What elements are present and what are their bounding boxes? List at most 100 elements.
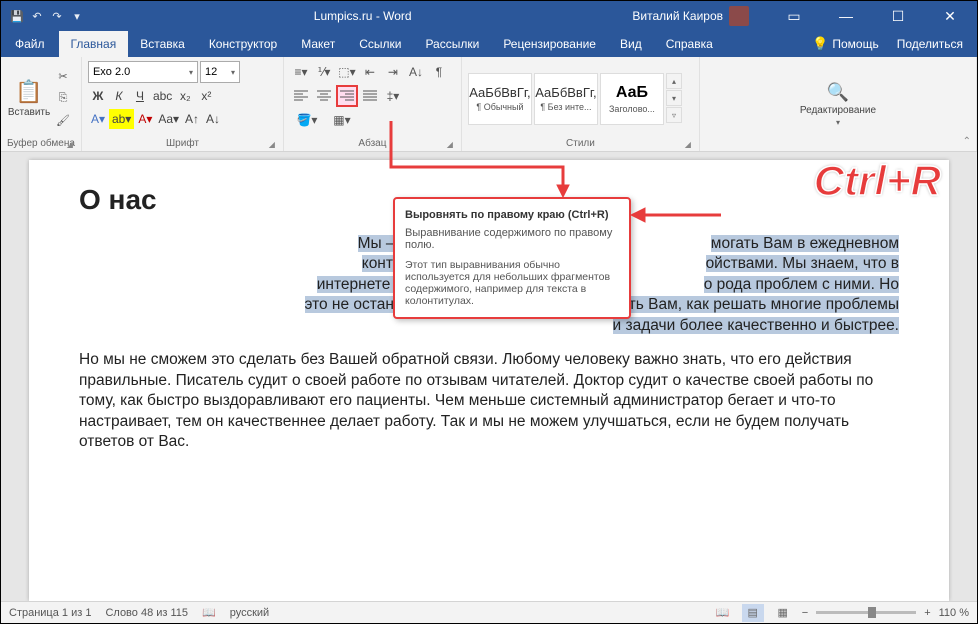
shading-button[interactable]: 🪣▾ — [290, 109, 324, 131]
ribbon-options-button[interactable]: ▭ — [771, 1, 817, 31]
page-indicator[interactable]: Страница 1 из 1 — [9, 607, 91, 619]
subscript-button[interactable]: x₂ — [175, 86, 195, 106]
clipboard-icon: 📋 — [15, 79, 42, 105]
align-right-tooltip: Выровнять по правому краю (Ctrl+R) Вырав… — [393, 197, 631, 319]
zoom-level[interactable]: 110 % — [939, 607, 969, 619]
highlight-button[interactable]: ab▾ — [109, 109, 134, 129]
strike-button[interactable]: abc — [151, 86, 174, 106]
tab-review[interactable]: Рецензирование — [491, 31, 608, 57]
zoom-out-button[interactable]: − — [802, 607, 808, 619]
align-justify-button[interactable] — [359, 85, 381, 107]
font-color-button[interactable]: A▾ — [135, 109, 155, 129]
line-spacing-button[interactable]: ‡▾ — [382, 85, 404, 107]
share-label: Поделиться — [897, 37, 963, 51]
word-count[interactable]: Слово 48 из 115 — [105, 607, 188, 619]
qat-customize-icon[interactable]: ▾ — [69, 8, 85, 24]
underline-button[interactable]: Ч — [130, 86, 150, 106]
tab-layout[interactable]: Макет — [289, 31, 347, 57]
group-font-label: Шрифт◢ — [88, 136, 277, 151]
keyboard-shortcut-annotation: Ctrl+R — [814, 157, 941, 205]
statusbar: Страница 1 из 1 Слово 48 из 115 📖 русски… — [1, 601, 977, 623]
tab-view[interactable]: Вид — [608, 31, 654, 57]
username[interactable]: Виталий Каиров — [632, 9, 723, 23]
group-clipboard-label: Буфер обмена◢ — [7, 136, 75, 151]
tab-insert[interactable]: Вставка — [128, 31, 197, 57]
editing-button[interactable]: 🔍 Редактирование ▾ — [816, 61, 860, 147]
shrink-font-button[interactable]: A↓ — [203, 109, 223, 129]
group-font: Exo 2.0▾ 12▾ Ж К Ч abc x₂ x² A▾ ab▾ A▾ A… — [82, 57, 284, 151]
print-layout-button[interactable]: ▤ — [742, 604, 764, 622]
numbering-button[interactable]: ⅟▾ — [313, 61, 335, 83]
arrow-down-icon — [383, 119, 613, 199]
tab-file[interactable]: Файл — [1, 31, 59, 57]
language-indicator[interactable]: русский — [230, 607, 269, 619]
zoom-slider[interactable] — [816, 611, 916, 614]
maximize-button[interactable]: ☐ — [875, 1, 921, 31]
style-normal[interactable]: АаБбВвГг,¶ Обычный — [468, 73, 532, 125]
tell-me[interactable]: 💡 Помощь — [804, 36, 887, 52]
decrease-indent-button[interactable]: ⇤ — [359, 61, 381, 83]
style-no-spacing[interactable]: АаБбВвГг,¶ Без инте... — [534, 73, 598, 125]
clipboard-dialog-launcher[interactable]: ◢ — [67, 140, 73, 149]
find-icon: 🔍 — [827, 82, 849, 103]
styles-scroll[interactable]: ▴▾▿ — [666, 73, 682, 124]
multilevel-button[interactable]: ⬚▾ — [336, 61, 358, 83]
show-marks-button[interactable]: ¶ — [428, 61, 450, 83]
avatar[interactable] — [729, 6, 749, 26]
group-editing-label — [706, 147, 970, 151]
font-size-select[interactable]: 12▾ — [200, 61, 240, 83]
read-mode-button[interactable]: 📖 — [712, 604, 734, 622]
copy-button[interactable]: ⎘ — [53, 89, 73, 109]
close-button[interactable]: ✕ — [927, 1, 973, 31]
group-clipboard: 📋 Вставить ✂ ⎘ 🖌 Буфер обмена◢ — [1, 57, 82, 151]
tooltip-extra: Этот тип выравнивания обычно используетс… — [405, 259, 619, 307]
titlebar-right: Виталий Каиров ▭ — ☐ ✕ — [632, 1, 977, 31]
tab-help[interactable]: Справка — [654, 31, 725, 57]
align-right-button[interactable] — [336, 85, 358, 107]
tab-references[interactable]: Ссылки — [347, 31, 413, 57]
grow-font-button[interactable]: A↑ — [182, 109, 202, 129]
superscript-button[interactable]: x² — [196, 86, 216, 106]
paste-label: Вставить — [8, 107, 50, 118]
save-icon[interactable]: 💾 — [9, 8, 25, 24]
share-button[interactable]: Поделиться — [889, 37, 971, 51]
tooltip-description: Выравнивание содержимого по правому полю… — [405, 227, 619, 251]
editing-label: Редактирование — [800, 105, 876, 116]
font-dialog-launcher[interactable]: ◢ — [269, 140, 275, 149]
tooltip-title: Выровнять по правому краю (Ctrl+R) — [405, 209, 619, 221]
minimize-button[interactable]: — — [823, 1, 869, 31]
format-painter-button[interactable]: 🖌 — [53, 111, 73, 131]
align-center-button[interactable] — [313, 85, 335, 107]
paragraph-2[interactable]: Но мы не сможем это сделать без Вашей об… — [79, 350, 899, 452]
collapse-ribbon-button[interactable]: ⌃ — [963, 136, 971, 147]
tab-design[interactable]: Конструктор — [197, 31, 289, 57]
style-heading1[interactable]: АаБЗаголово... — [600, 73, 664, 125]
group-editing: 🔍 Редактирование ▾ — [700, 57, 977, 151]
bullets-button[interactable]: ≡▾ — [290, 61, 312, 83]
proofing-icon[interactable]: 📖 — [202, 606, 216, 619]
undo-icon[interactable]: ↶ — [29, 8, 45, 24]
italic-button[interactable]: К — [109, 86, 129, 106]
window-title: Lumpics.ru - Word — [93, 9, 632, 23]
change-case-button[interactable]: Aa▾ — [156, 109, 181, 129]
font-name-select[interactable]: Exo 2.0▾ — [88, 61, 198, 83]
redo-icon[interactable]: ↷ — [49, 8, 65, 24]
quick-access-toolbar: 💾 ↶ ↷ ▾ — [1, 8, 93, 24]
tab-home[interactable]: Главная — [59, 31, 129, 57]
tab-mailings[interactable]: Рассылки — [413, 31, 491, 57]
zoom-in-button[interactable]: + — [924, 607, 930, 619]
tell-me-label: Помощь — [832, 37, 878, 51]
increase-indent-button[interactable]: ⇥ — [382, 61, 404, 83]
bulb-icon: 💡 — [812, 36, 828, 52]
styles-dialog-launcher[interactable]: ◢ — [685, 140, 691, 149]
web-layout-button[interactable]: ▦ — [772, 604, 794, 622]
cut-button[interactable]: ✂ — [53, 67, 73, 87]
sort-button[interactable]: A↓ — [405, 61, 427, 83]
align-left-button[interactable] — [290, 85, 312, 107]
text-effects-button[interactable]: A▾ — [88, 109, 108, 129]
paste-button[interactable]: 📋 Вставить — [7, 61, 51, 136]
bold-button[interactable]: Ж — [88, 86, 108, 106]
borders-button[interactable]: ▦▾ — [325, 109, 359, 131]
arrow-left-icon — [629, 201, 729, 231]
ribbon-tabs: Файл Главная Вставка Конструктор Макет С… — [1, 31, 977, 57]
